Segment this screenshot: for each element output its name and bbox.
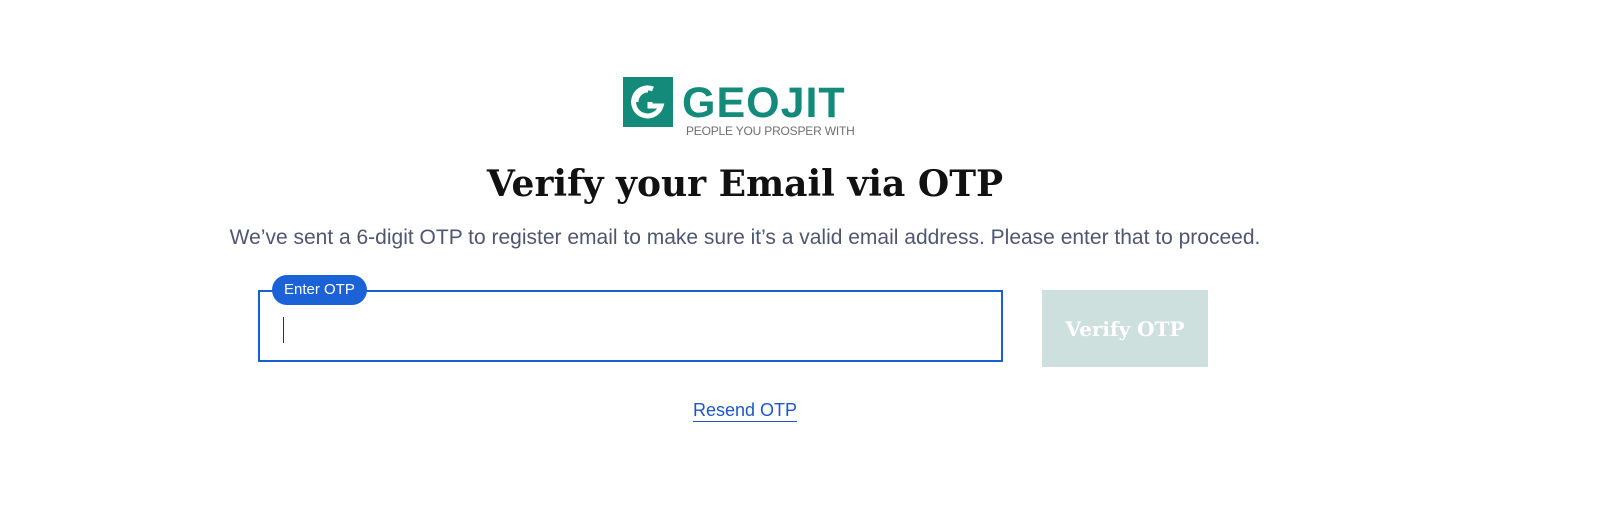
text-cursor	[283, 317, 284, 343]
brand-name: GEOJIT	[682, 79, 846, 127]
otp-input[interactable]	[274, 304, 986, 348]
geojit-logo: GEOJIT PEOPLE YOU PROSPER WITH	[623, 77, 863, 139]
page-subtitle: We’ve sent a 6-digit OTP to register ema…	[229, 226, 1261, 249]
resend-otp-link[interactable]: Resend OTP	[692, 400, 798, 422]
otp-field-label: Enter OTP	[272, 275, 367, 305]
brand-tagline: PEOPLE YOU PROSPER WITH	[686, 124, 855, 138]
otp-field[interactable]	[258, 290, 1003, 362]
resend-container: Resend OTP	[0, 398, 1490, 422]
geojit-g-logo-icon	[623, 77, 673, 127]
verify-otp-button[interactable]: Verify OTP	[1042, 290, 1208, 367]
page-title: Verify your Email via OTP	[486, 163, 1004, 205]
